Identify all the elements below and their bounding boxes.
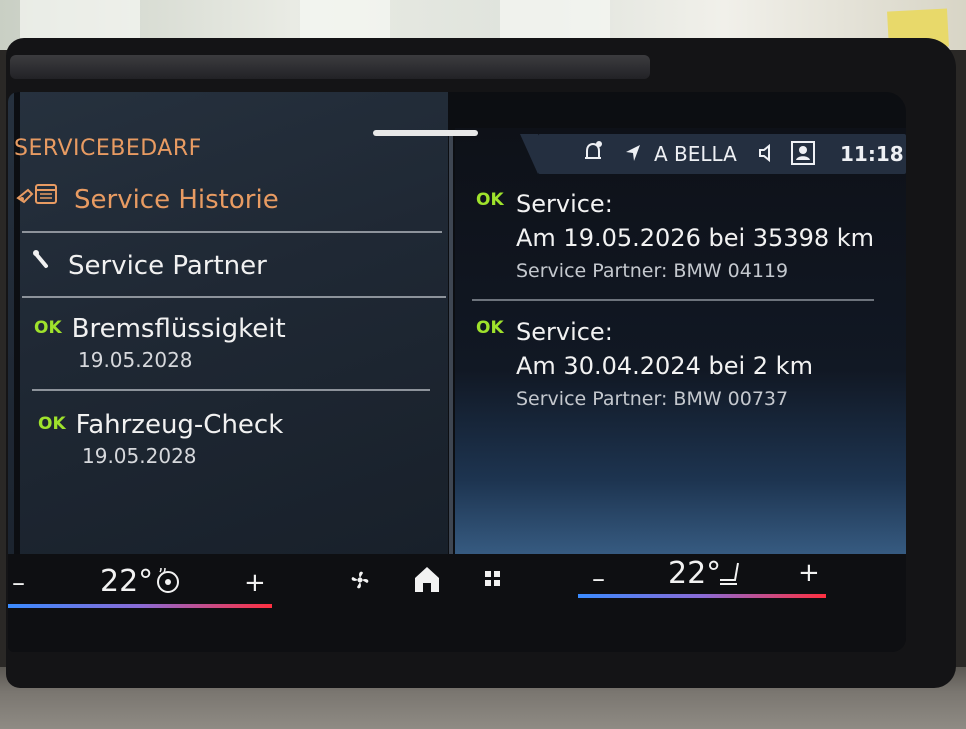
status-bar: A BELLA 11:18 bbox=[520, 134, 906, 174]
left-temp-value: 22° bbox=[100, 564, 154, 599]
right-temp-value: 22° bbox=[668, 556, 722, 591]
climate-bar: – 22° + – 22° + bbox=[8, 554, 906, 652]
home-indicator[interactable] bbox=[373, 130, 478, 136]
clock: 11:18 bbox=[840, 142, 904, 166]
ok-status-badge: OK bbox=[38, 414, 66, 434]
entry-partner: Service Partner: BMW 00737 bbox=[516, 388, 789, 410]
list-item-bremsfluessigkeit[interactable]: OK Bremsflüssigkeit 19.05.2028 bbox=[34, 314, 286, 372]
menu-item-service-historie[interactable]: Service Historie bbox=[16, 182, 279, 215]
service-history-entry[interactable]: OK Service: Am 30.04.2024 bei 2 km Servi… bbox=[476, 318, 813, 410]
menu-item-service-partner[interactable]: Service Partner bbox=[32, 248, 267, 281]
panel-divider bbox=[449, 132, 453, 562]
heated-steering-wheel-icon[interactable] bbox=[154, 565, 182, 600]
menu-item-label: Service Partner bbox=[68, 251, 267, 281]
page-title: SERVICEBEDARF bbox=[14, 136, 202, 161]
ok-status-badge: OK bbox=[476, 318, 504, 338]
check-date: 19.05.2028 bbox=[82, 444, 197, 468]
background-window-pane bbox=[300, 0, 390, 40]
right-temp-plus-button[interactable]: + bbox=[798, 558, 820, 588]
entry-body: Service: Am 30.04.2024 bei 2 km Service … bbox=[516, 318, 813, 410]
check-date: 19.05.2028 bbox=[78, 348, 193, 372]
entry-body: Service: Am 19.05.2026 bei 35398 km Serv… bbox=[516, 190, 874, 282]
ok-status-badge: OK bbox=[476, 190, 504, 210]
list-divider bbox=[22, 231, 442, 233]
panel-frame bbox=[14, 92, 20, 562]
check-label: Bremsflüssigkeit bbox=[71, 314, 286, 344]
service-history-icon bbox=[16, 182, 62, 210]
fan-icon[interactable] bbox=[348, 568, 372, 596]
status-bar-corner bbox=[520, 134, 538, 174]
apps-grid-icon[interactable] bbox=[484, 570, 502, 592]
service-history-entry[interactable]: OK Service: Am 19.05.2026 bei 35398 km S… bbox=[476, 190, 874, 282]
right-temp-minus-button[interactable]: – bbox=[592, 564, 605, 594]
list-divider bbox=[22, 296, 446, 298]
idrive-screen: SERVICEBEDARF Service Historie Service P… bbox=[8, 92, 906, 652]
navigation-arrow-icon bbox=[624, 143, 642, 168]
list-divider bbox=[32, 389, 430, 391]
home-icon[interactable] bbox=[412, 564, 442, 598]
entry-partner: Service Partner: BMW 04119 bbox=[516, 260, 789, 282]
profile-icon[interactable] bbox=[790, 140, 816, 171]
ok-status-badge: OK bbox=[34, 318, 62, 338]
air-vent-trim bbox=[10, 55, 650, 79]
check-label: Fahrzeug-Check bbox=[75, 410, 284, 440]
entry-detail: Am 19.05.2026 bei 35398 km bbox=[516, 224, 875, 252]
background-window-pane bbox=[20, 0, 140, 40]
right-temp-gradient bbox=[578, 594, 826, 598]
list-item-fahrzeug-check[interactable]: OK Fahrzeug-Check 19.05.2028 bbox=[38, 410, 283, 468]
entry-title: Service: bbox=[516, 318, 613, 346]
background-window-pane bbox=[500, 0, 610, 40]
speaker-icon[interactable] bbox=[756, 143, 774, 168]
wrench-icon bbox=[32, 248, 56, 276]
left-temp-plus-button[interactable]: + bbox=[244, 568, 266, 598]
bell-icon[interactable] bbox=[582, 140, 604, 169]
seat-heating-icon[interactable] bbox=[716, 560, 744, 592]
left-temp-minus-button[interactable]: – bbox=[12, 568, 25, 598]
menu-item-label: Service Historie bbox=[74, 185, 279, 215]
entry-title: Service: bbox=[516, 190, 613, 218]
list-divider bbox=[472, 299, 874, 301]
left-temp-gradient bbox=[8, 604, 272, 608]
entry-detail: Am 30.04.2024 bei 2 km bbox=[516, 352, 813, 380]
profile-name[interactable]: A BELLA bbox=[654, 142, 737, 166]
